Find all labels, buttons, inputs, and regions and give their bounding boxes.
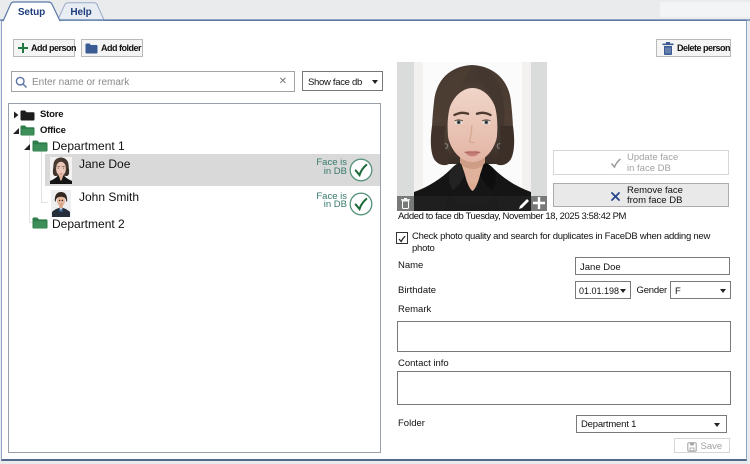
svg-text:Setup: Setup: [18, 7, 45, 18]
svg-text:Help: Help: [70, 7, 91, 18]
